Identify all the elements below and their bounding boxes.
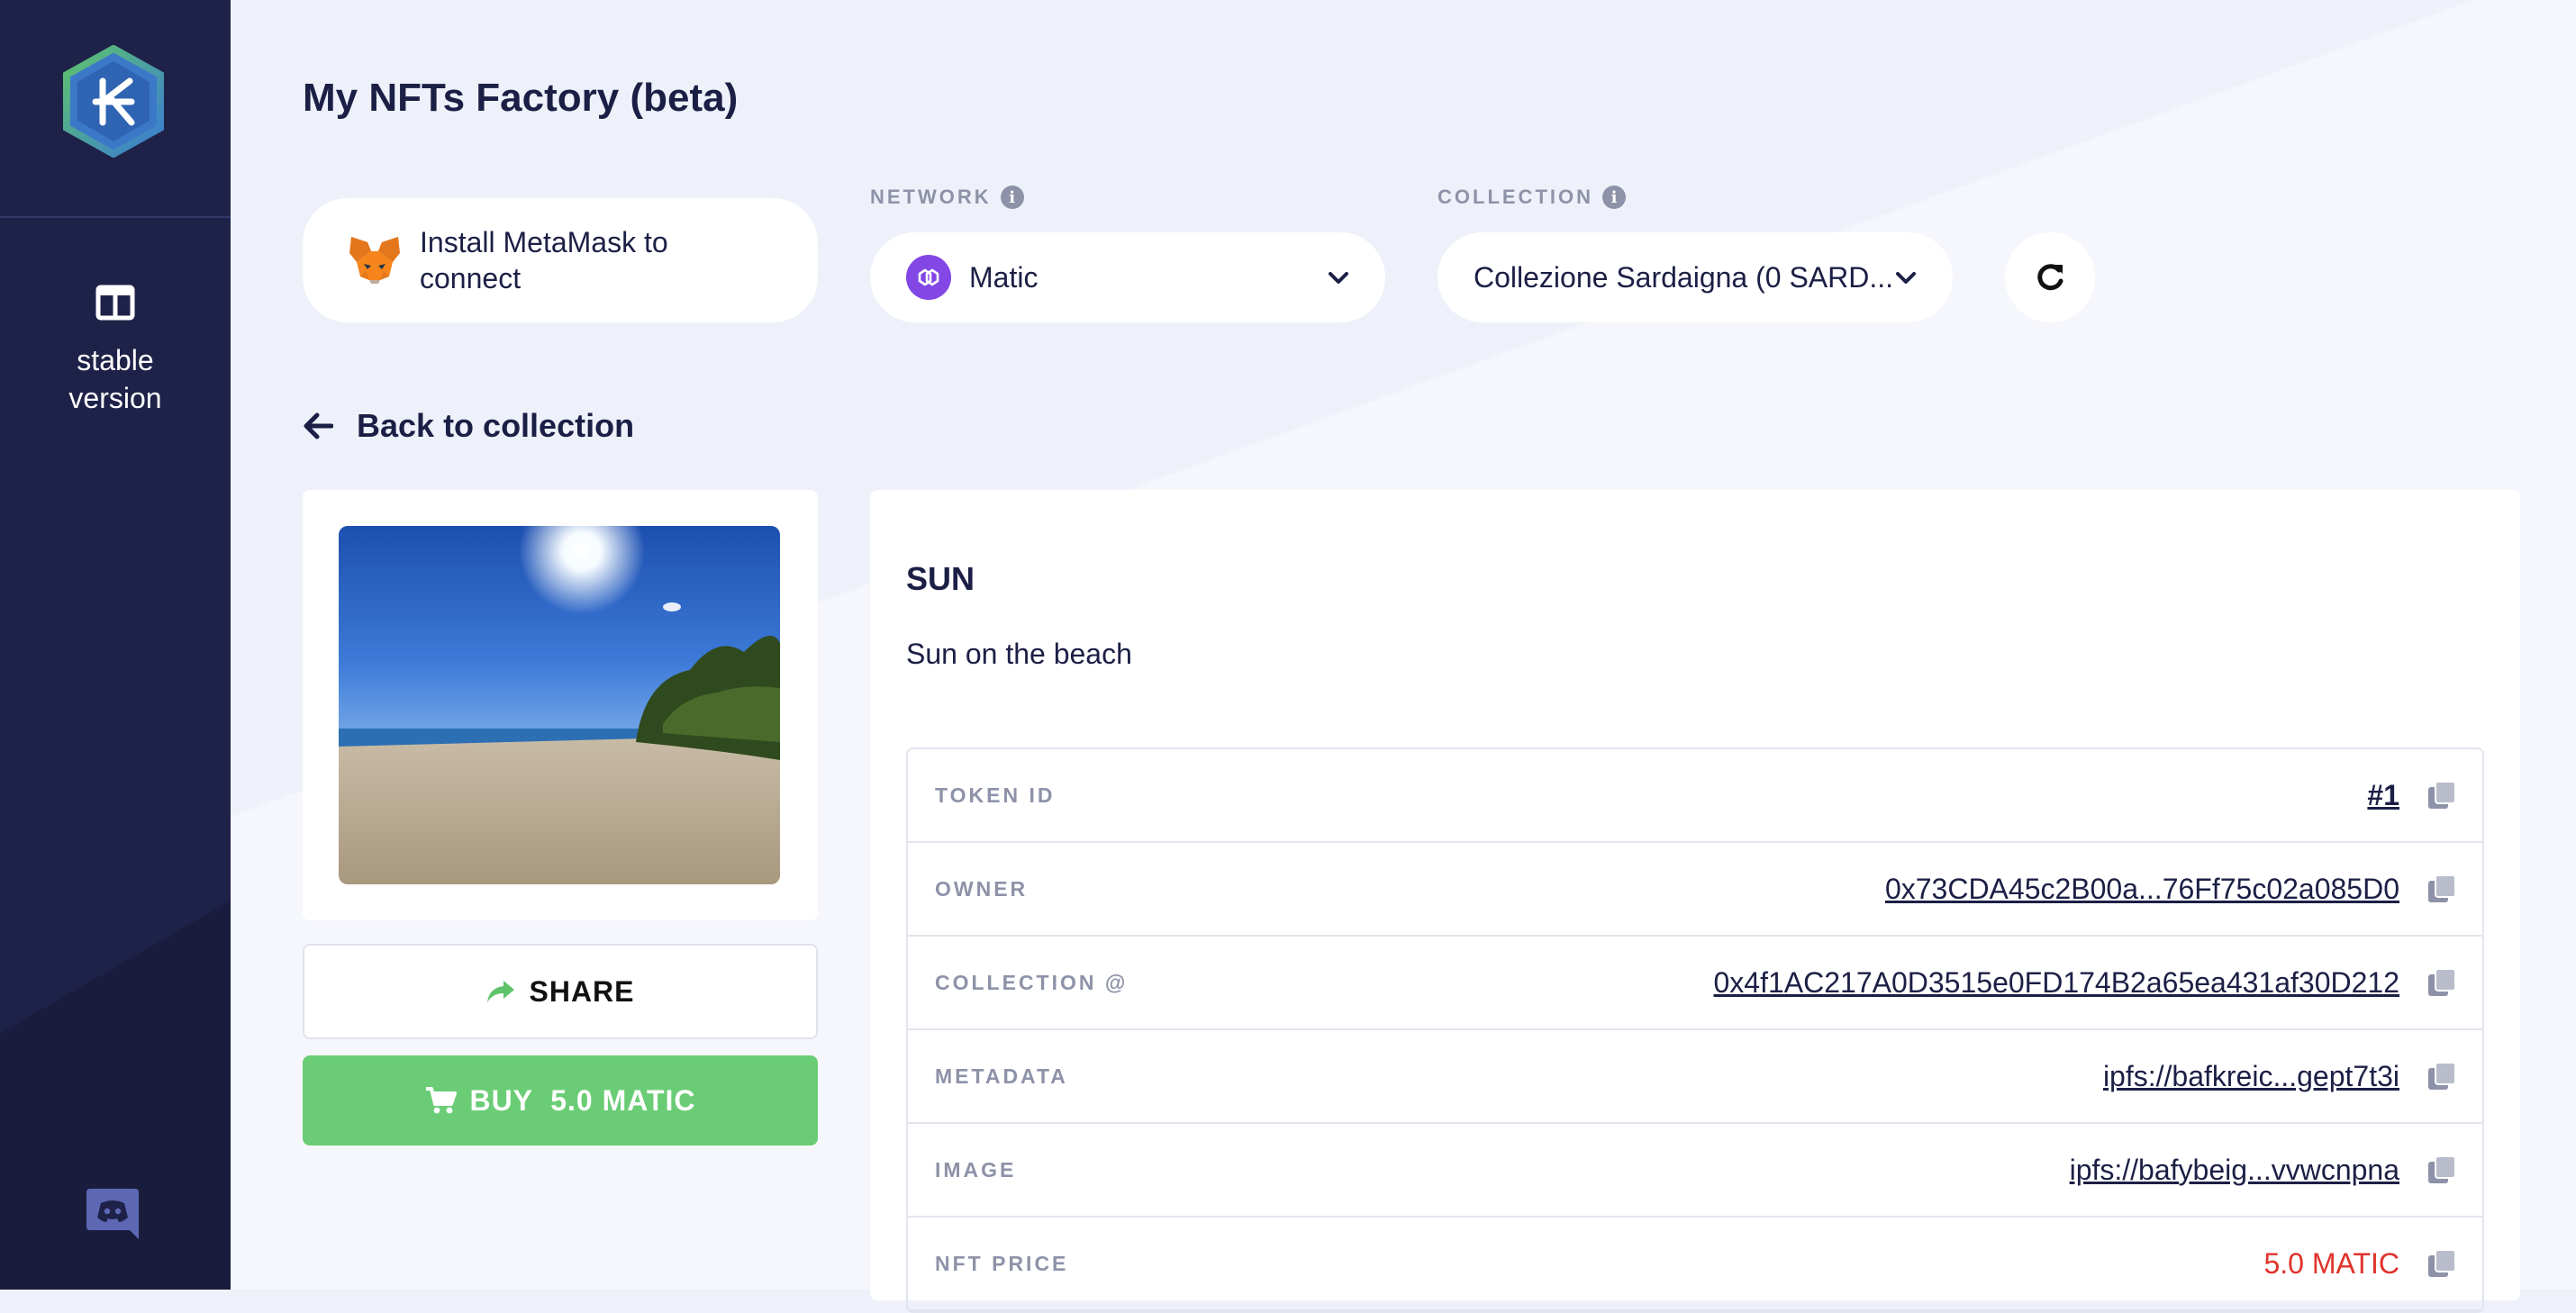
copy-icon[interactable] (2426, 967, 2457, 998)
image-link[interactable]: ipfs://bafybeig...vvwcnpna (2070, 1154, 2399, 1187)
nft-image-card (303, 490, 818, 920)
cart-icon (426, 1087, 458, 1114)
property-row-token-id: TOKEN ID #1 (908, 749, 2482, 843)
stable-version-link[interactable]: stable version (0, 285, 231, 417)
discord-icon[interactable] (85, 1185, 141, 1241)
stable-version-label: stable version (68, 344, 162, 414)
back-to-collection-label: Back to collection (357, 407, 635, 444)
nft-name: SUN (906, 560, 975, 597)
share-label: SHARE (529, 974, 635, 1008)
property-label: METADATA (935, 1064, 1068, 1088)
copy-icon[interactable] (2426, 1248, 2457, 1279)
network-select[interactable]: Matic (870, 232, 1385, 322)
token-id-link[interactable]: #1 (2367, 779, 2399, 812)
property-row-owner: OWNER 0x73CDA45c2B00a...76Ff75c02a085D0 (908, 843, 2482, 937)
install-metamask-label: Install MetaMask to connect (420, 226, 668, 294)
property-label: COLLECTION @ (935, 970, 1129, 994)
columns-icon (95, 285, 135, 321)
info-icon[interactable]: i (1602, 186, 1626, 209)
property-label: OWNER (935, 876, 1029, 901)
share-button[interactable]: SHARE (303, 944, 818, 1039)
network-selected: Matic (969, 260, 1039, 294)
property-label: TOKEN ID (935, 783, 1056, 807)
copy-icon[interactable] (2426, 780, 2457, 810)
network-label: NETWORK i (870, 186, 1024, 209)
main-content: My NFTs Factory (beta) Install MetaMask … (231, 0, 2576, 1313)
page-title: My NFTs Factory (beta) (303, 76, 739, 120)
collection-selected: Collezione Sardaigna (0 SARD... (1474, 260, 1893, 294)
nft-detail-card: SUN Sun on the beach TOKEN ID #1 OWNER 0… (870, 490, 2520, 1313)
property-label: NFT PRICE (935, 1251, 1069, 1275)
chevron-down-icon (1896, 272, 1916, 284)
owner-address-link[interactable]: 0x73CDA45c2B00a...76Ff75c02a085D0 (1885, 873, 2399, 906)
collection-label-text: COLLECTION (1438, 186, 1593, 208)
property-row-metadata: METADATA ipfs://bafkreic...gept7t3i (908, 1030, 2482, 1124)
sidebar: stable version (0, 0, 231, 1290)
matic-logo-icon (906, 255, 951, 300)
properties-table: TOKEN ID #1 OWNER 0x73CDA45c2B00a...76Ff… (906, 747, 2484, 1313)
metadata-link[interactable]: ipfs://bafkreic...gept7t3i (2103, 1060, 2399, 1093)
arrow-left-icon (304, 412, 333, 439)
refresh-button[interactable] (2005, 232, 2095, 322)
copy-icon[interactable] (2426, 1061, 2457, 1091)
buy-button[interactable]: BUY 5.0 MATIC (303, 1055, 818, 1145)
collection-select[interactable]: Collezione Sardaigna (0 SARD... (1438, 232, 1953, 322)
property-label: IMAGE (935, 1157, 1017, 1182)
copy-icon[interactable] (2426, 1155, 2457, 1185)
buy-label: BUY 5.0 MATIC (469, 1083, 696, 1117)
metamask-fox-icon (349, 237, 400, 284)
property-row-collection: COLLECTION @ 0x4f1AC217A0D3515e0FD174B2a… (908, 937, 2482, 1030)
nft-price-value: 5.0 MATIC (2263, 1246, 2399, 1280)
network-label-text: NETWORK (870, 186, 992, 208)
info-icon[interactable]: i (1000, 186, 1024, 209)
chevron-down-icon (1329, 272, 1348, 284)
share-icon (487, 981, 515, 1002)
back-to-collection-link[interactable]: Back to collection (303, 407, 634, 445)
sidebar-divider (0, 216, 231, 218)
property-row-image: IMAGE ipfs://bafybeig...vvwcnpna (908, 1124, 2482, 1218)
nft-image[interactable] (339, 526, 780, 884)
app-logo[interactable] (59, 45, 168, 158)
copy-icon[interactable] (2426, 874, 2457, 904)
refresh-icon (2037, 264, 2064, 291)
property-row-nft-price: NFT PRICE 5.0 MATIC (908, 1218, 2482, 1311)
collection-address-link[interactable]: 0x4f1AC217A0D3515e0FD174B2a65ea431af30D2… (1714, 966, 2400, 1000)
collection-label: COLLECTION i (1438, 186, 1626, 209)
nft-description: Sun on the beach (906, 638, 1132, 670)
install-metamask-button[interactable]: Install MetaMask to connect (303, 198, 818, 322)
